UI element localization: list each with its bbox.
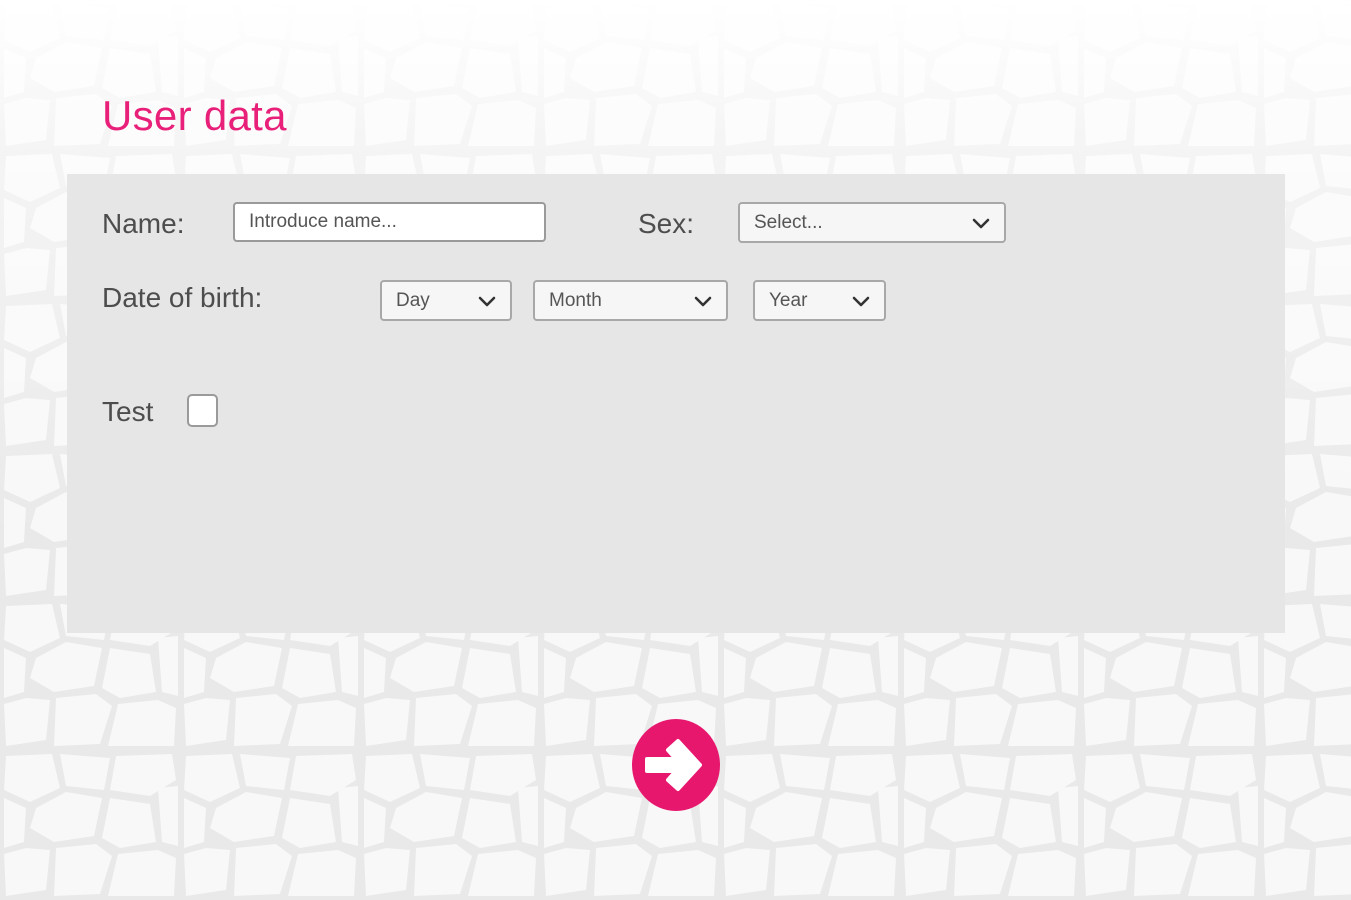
arrow-right-icon bbox=[645, 739, 702, 791]
day-select-value: Day bbox=[396, 290, 430, 311]
year-select[interactable]: Year bbox=[753, 280, 886, 321]
chevron-down-icon bbox=[972, 218, 990, 229]
sex-select-value: Select... bbox=[754, 212, 823, 233]
chevron-down-icon bbox=[852, 296, 870, 307]
date-of-birth-label: Date of birth: bbox=[102, 282, 263, 313]
month-select[interactable]: Month bbox=[533, 280, 728, 321]
test-checkbox[interactable] bbox=[187, 394, 218, 427]
page-title: User data bbox=[102, 92, 287, 139]
name-label: Name: bbox=[102, 208, 185, 239]
day-select[interactable]: Day bbox=[380, 280, 512, 321]
year-select-value: Year bbox=[769, 290, 808, 311]
sex-select[interactable]: Select... bbox=[738, 202, 1006, 243]
name-input[interactable] bbox=[233, 202, 546, 242]
month-select-value: Month bbox=[549, 290, 602, 311]
next-button[interactable] bbox=[632, 719, 720, 811]
chevron-down-icon bbox=[478, 296, 496, 307]
user-data-form: Name: Sex: Select... Date of birth: Day … bbox=[67, 174, 1285, 633]
chevron-down-icon bbox=[694, 296, 712, 307]
test-label: Test bbox=[102, 396, 154, 427]
sex-label: Sex: bbox=[638, 208, 695, 239]
